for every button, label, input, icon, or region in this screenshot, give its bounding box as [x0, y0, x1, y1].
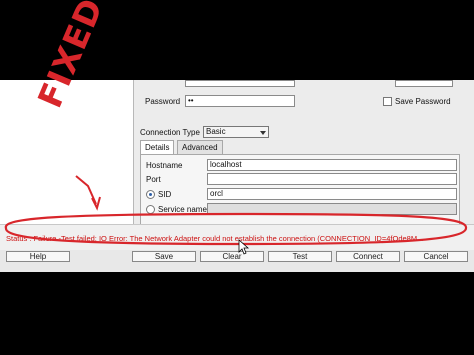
sid-field[interactable]: orcl [207, 188, 457, 200]
status-bar: Status : Failure -Test failed: IO Error:… [0, 224, 474, 250]
service-name-radio[interactable] [146, 205, 155, 214]
status-message: Status : Failure -Test failed: IO Error:… [6, 234, 424, 243]
tab-details[interactable]: Details [140, 140, 175, 155]
save-password-checkbox[interactable] [383, 97, 392, 106]
connect-button[interactable]: Connect [336, 251, 400, 262]
save-button[interactable]: Save [132, 251, 196, 262]
port-label: Port [146, 175, 161, 184]
connection-type-label: Connection Type [140, 128, 200, 137]
save-password-label: Save Password [395, 97, 451, 106]
username-field[interactable] [185, 80, 295, 87]
port-field[interactable] [207, 173, 457, 185]
button-bar: Help Save Clear Test Connect Cancel [0, 250, 474, 272]
letterbox-bottom [0, 272, 474, 355]
password-field[interactable]: •• [185, 95, 295, 107]
connection-type-value: Basic [206, 127, 226, 136]
service-name-label: Service name [158, 205, 207, 214]
video-frame: Password •• Save Password Connection Typ… [0, 0, 474, 355]
test-button[interactable]: Test [268, 251, 332, 262]
hostname-label: Hostname [146, 161, 183, 170]
sid-radio[interactable] [146, 190, 155, 199]
help-button[interactable]: Help [6, 251, 70, 262]
cancel-button[interactable]: Cancel [404, 251, 468, 262]
connection-type-select[interactable]: Basic [203, 126, 269, 138]
clear-button[interactable]: Clear [200, 251, 264, 262]
chevron-down-icon [260, 131, 266, 135]
role-field[interactable] [395, 80, 453, 87]
hostname-field[interactable]: localhost [207, 159, 457, 171]
password-label: Password [145, 97, 181, 106]
service-name-field[interactable] [207, 203, 457, 215]
new-connection-dialog: Password •• Save Password Connection Typ… [0, 80, 474, 272]
tab-advanced[interactable]: Advanced [177, 140, 223, 155]
sid-label: SID [158, 190, 172, 199]
